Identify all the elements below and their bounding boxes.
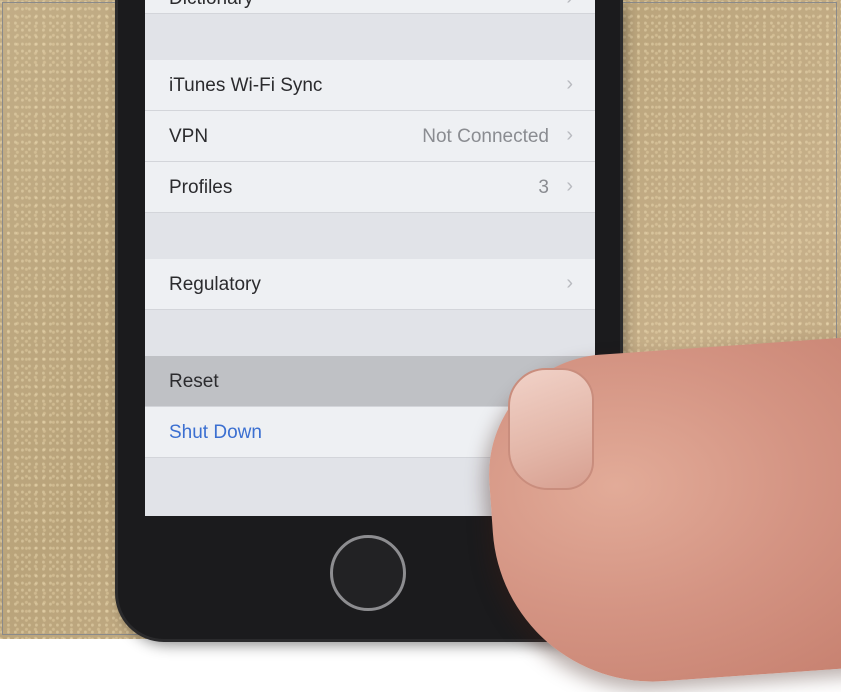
row-label: Profiles [169, 177, 233, 198]
row-label: VPN [169, 126, 209, 147]
section-gap [145, 213, 595, 259]
row-label: iTunes Wi-Fi Sync [169, 75, 323, 96]
home-button[interactable] [330, 535, 406, 611]
thumbnail [508, 368, 594, 490]
row-label: Regulatory [169, 274, 261, 295]
settings-row-regulatory[interactable]: Regulatory › [145, 259, 595, 310]
settings-row-vpn[interactable]: VPN Not Connected › [145, 111, 595, 162]
row-label: Dictionary [169, 0, 253, 10]
chevron-right-icon: › [566, 175, 573, 197]
row-label: Shut Down [169, 422, 262, 443]
vpn-status: Not Connected [422, 126, 549, 147]
chevron-right-icon: › [566, 272, 573, 294]
section-gap [145, 310, 595, 356]
chevron-right-icon: › [566, 0, 573, 10]
chevron-right-icon: › [566, 124, 573, 146]
settings-row-itunes-wifi-sync[interactable]: iTunes Wi-Fi Sync › [145, 60, 595, 111]
profiles-count: 3 [538, 177, 549, 198]
chevron-right-icon: › [566, 73, 573, 95]
section-gap [145, 14, 595, 60]
settings-row-dictionary[interactable]: Dictionary › [145, 0, 595, 14]
row-label: Reset [169, 371, 219, 392]
settings-row-profiles[interactable]: Profiles 3 › [145, 162, 595, 213]
